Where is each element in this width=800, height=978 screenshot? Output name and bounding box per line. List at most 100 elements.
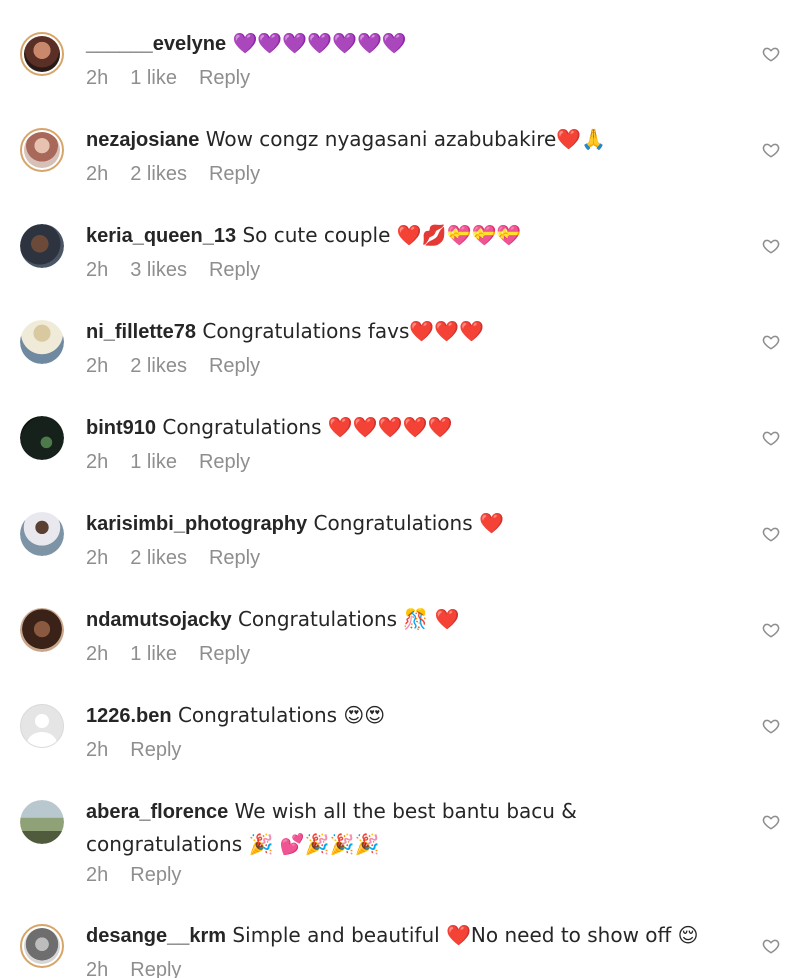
heart-outline-icon[interactable] [762, 621, 780, 639]
comment-likes[interactable]: 2 likes [130, 547, 187, 569]
comment-username[interactable]: desange__krm [86, 925, 226, 947]
avatar-image [20, 608, 64, 652]
comment-text: karisimbi_photography Congratulations ❤️ [86, 511, 504, 536]
comment-meta: 2h Reply [86, 738, 203, 762]
comment-item: ni_fillette78 Congratulations favs❤️❤️❤️… [0, 288, 800, 384]
comment-meta: 2h 3 likes Reply [86, 258, 282, 282]
comment-username[interactable]: bint910 [86, 417, 156, 439]
avatar[interactable] [20, 224, 64, 268]
comment-item: keria_queen_13 So cute couple ❤️💋💝💝💝 2h 3… [0, 192, 800, 288]
avatar[interactable] [20, 128, 64, 172]
comment-time: 2h [86, 67, 109, 89]
comment-item: desange__krm Simple and beautiful ❤️No n… [0, 892, 800, 978]
avatar[interactable] [20, 32, 64, 76]
comment-item: abera_florence We wish all the best bant… [0, 768, 800, 892]
comment-likes[interactable]: 2 likes [130, 163, 187, 185]
comment-text: nezajosiane Wow congz nyagasani azabubak… [86, 127, 606, 152]
comment-username[interactable]: ni_fillette78 [86, 321, 196, 343]
comment-body: Simple and beautiful ❤️No need to show o… [226, 923, 699, 947]
comment-item: karisimbi_photography Congratulations ❤️… [0, 480, 800, 576]
avatar[interactable] [20, 416, 64, 460]
comment-username[interactable]: 1226.ben [86, 705, 172, 727]
comment-text: abera_florence We wish all the best bant… [86, 795, 726, 861]
avatar-shoulders-shape [27, 732, 57, 747]
comment-likes[interactable]: 1 like [130, 451, 177, 473]
comment-username[interactable]: ______evelyne [86, 33, 226, 55]
comment-item: bint910 Congratulations ❤️❤️❤️❤️❤️ 2h 1 l… [0, 384, 800, 480]
comment-time: 2h [86, 864, 109, 886]
comment-body: Wow congz nyagasani azabubakire❤️🙏 [199, 127, 607, 151]
comment-text: ______evelyne 💜💜💜💜💜💜💜 [86, 31, 407, 56]
comment-body: 💜💜💜💜💜💜💜 [226, 31, 407, 55]
comment-text: keria_queen_13 So cute couple ❤️💋💝💝💝 [86, 223, 521, 248]
avatar-image [20, 800, 64, 844]
avatar[interactable] [20, 320, 64, 364]
default-avatar-icon[interactable] [20, 704, 64, 748]
comment-username[interactable]: nezajosiane [86, 129, 199, 151]
comment-meta: 2h Reply [86, 958, 203, 978]
heart-outline-icon[interactable] [762, 937, 780, 955]
comment-likes[interactable]: 1 like [130, 67, 177, 89]
comment-likes[interactable]: 3 likes [130, 259, 187, 281]
comment-time: 2h [86, 355, 109, 377]
reply-button[interactable]: Reply [209, 547, 260, 569]
heart-outline-icon[interactable] [762, 525, 780, 543]
avatar-image [24, 36, 60, 72]
reply-button[interactable]: Reply [209, 163, 260, 185]
avatar-image [20, 416, 64, 460]
comment-text: ndamutsojacky Congratulations 🎊 ❤️ [86, 607, 460, 632]
avatar-head-shape [35, 714, 49, 728]
comment-time: 2h [86, 959, 109, 978]
avatar[interactable] [20, 608, 64, 652]
avatar-image [20, 224, 64, 268]
comment-time: 2h [86, 451, 109, 473]
comment-body: Congratulations ❤️ [307, 511, 504, 535]
comment-item: 1226.ben Congratulations 😍😍 2h Reply [0, 672, 800, 768]
heart-outline-icon[interactable] [762, 813, 780, 831]
comment-meta: 2h 1 like Reply [86, 66, 272, 90]
comment-item: ______evelyne 💜💜💜💜💜💜💜 2h 1 like Reply [0, 0, 800, 96]
reply-button[interactable]: Reply [199, 451, 250, 473]
comment-time: 2h [86, 547, 109, 569]
avatar[interactable] [20, 800, 64, 844]
comment-text: 1226.ben Congratulations 😍😍 [86, 703, 385, 728]
comment-body: So cute couple ❤️💋💝💝💝 [236, 223, 522, 247]
comment-meta: 2h 2 likes Reply [86, 546, 282, 570]
comment-body: Congratulations 😍😍 [171, 703, 386, 727]
comment-username[interactable]: karisimbi_photography [86, 513, 307, 535]
comment-meta: 2h 2 likes Reply [86, 162, 282, 186]
heart-outline-icon[interactable] [762, 141, 780, 159]
heart-outline-icon[interactable] [762, 333, 780, 351]
reply-button[interactable]: Reply [199, 67, 250, 89]
comment-meta: 2h 1 like Reply [86, 642, 272, 666]
reply-button[interactable]: Reply [130, 864, 181, 886]
comment-likes[interactable]: 2 likes [130, 355, 187, 377]
heart-outline-icon[interactable] [762, 429, 780, 447]
comment-likes[interactable]: 1 like [130, 643, 177, 665]
avatar-image [24, 928, 60, 964]
comment-body: Congratulations ❤️❤️❤️❤️❤️ [156, 415, 453, 439]
heart-outline-icon[interactable] [762, 717, 780, 735]
comment-item: nezajosiane Wow congz nyagasani azabubak… [0, 96, 800, 192]
reply-button[interactable]: Reply [130, 739, 181, 761]
avatar[interactable] [20, 512, 64, 556]
comment-meta: 2h 1 like Reply [86, 450, 272, 474]
comment-text: bint910 Congratulations ❤️❤️❤️❤️❤️ [86, 415, 452, 440]
reply-button[interactable]: Reply [209, 259, 260, 281]
reply-button[interactable]: Reply [130, 959, 181, 978]
comment-text: ni_fillette78 Congratulations favs❤️❤️❤️ [86, 319, 484, 344]
comment-meta: 2h 2 likes Reply [86, 354, 282, 378]
comment-username[interactable]: abera_florence [86, 801, 228, 823]
comment-username[interactable]: keria_queen_13 [86, 225, 236, 247]
reply-button[interactable]: Reply [209, 355, 260, 377]
comment-time: 2h [86, 163, 109, 185]
heart-outline-icon[interactable] [762, 237, 780, 255]
comment-body: Congratulations 🎊 ❤️ [231, 607, 460, 631]
reply-button[interactable]: Reply [199, 643, 250, 665]
comment-username[interactable]: ndamutsojacky [86, 609, 232, 631]
heart-outline-icon[interactable] [762, 45, 780, 63]
avatar-image [20, 320, 64, 364]
comment-time: 2h [86, 643, 109, 665]
avatar-image [20, 512, 64, 556]
avatar[interactable] [20, 924, 64, 968]
